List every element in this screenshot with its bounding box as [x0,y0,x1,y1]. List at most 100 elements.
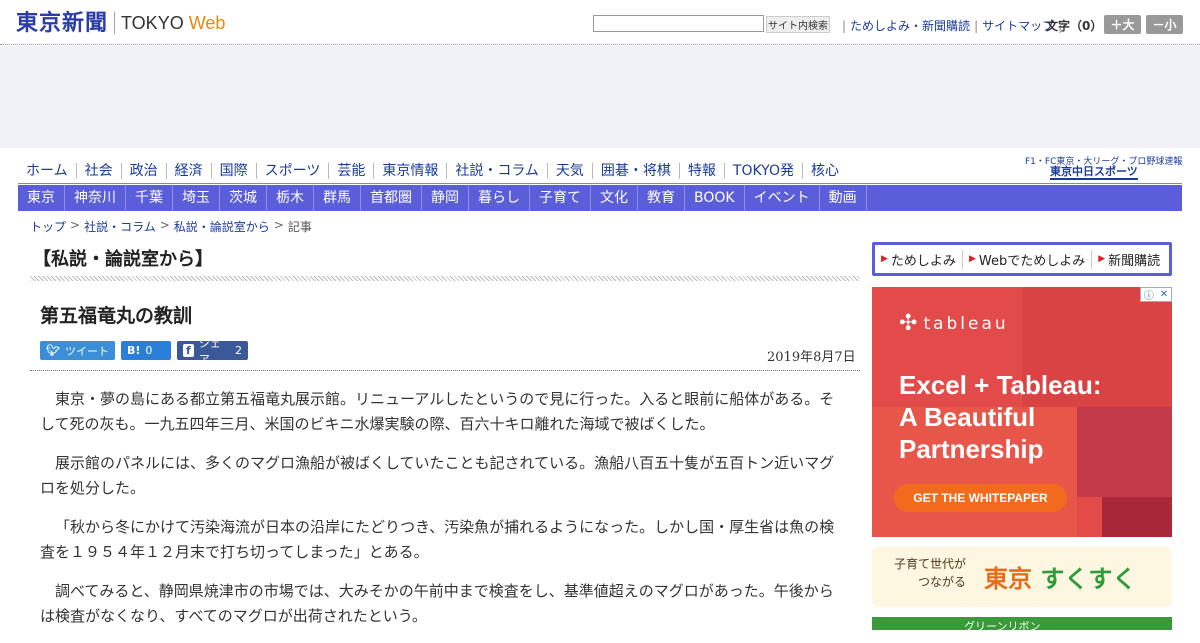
local-nav-item[interactable]: 神奈川 [65,185,126,211]
tableau-wordmark: tableau [923,313,1009,334]
local-nav-item[interactable]: 千葉 [126,185,173,211]
nav-special[interactable]: 特報 [678,163,724,179]
twitter-icon: 🐦︎ [46,344,60,357]
top-ad-area [0,46,1200,148]
facebook-share-label: シェア [198,336,221,366]
tableau-logo: ✣ tableau [899,311,1009,336]
article-body: 東京・夢の島にある都立第五福竜丸展示館。リニューアルしたというので見に行った。入… [40,387,842,643]
font-smaller-button[interactable]: －小 [1146,15,1183,34]
local-nav-item[interactable]: 栃木 [267,185,314,211]
nav-tokyo-info[interactable]: 東京情報 [373,163,446,179]
breadcrumb-top[interactable]: トップ [30,218,66,235]
ad-headline-line: A Beautiful [899,402,1036,432]
sitemap-link[interactable]: サイトマップ [982,17,1054,34]
subscribe-link[interactable]: ためしよみ・新聞購読 [850,17,970,34]
local-nav: 東京 神奈川 千葉 埼玉 茨城 栃木 群馬 首都圏 静岡 暮らし 子育て 文化 … [18,185,1182,211]
nav-home[interactable]: ホーム [18,163,76,179]
trial-reading-link[interactable]: ▶ ためしよみ [881,250,962,269]
util-separator: | [974,18,979,33]
logo-web: Web [188,12,226,33]
article-paragraph: 「秋から冬にかけて汚染海流が日本の沿岸にたどりつき、汚染魚が捕れるようになった。… [40,518,835,561]
article-paragraph: 展示館のパネルには、多くのマグロ漁船が被ばくしていたことも記されている。漁船八百… [40,454,835,497]
nav-divider [18,183,1182,184]
breadcrumb-separator: > [273,218,284,232]
site-header: 東京新聞 TOKYO Web サイト内検索 | ためしよみ・新聞購読 | サイト… [0,0,1200,45]
breadcrumb: トップ > 社説・コラム > 私説・論説室から > 記事 [30,218,312,235]
nav-sports[interactable]: スポーツ [255,163,329,179]
sukusuku-tagline-line: つながる [918,575,967,589]
local-nav-item[interactable]: BOOK [685,185,745,211]
subscription-links-box: ▶ ためしよみ ▶ Webでためしよみ ▶ 新聞購読 [872,242,1172,276]
utility-links: | ためしよみ・新聞購読 | サイトマップ | [838,17,1066,34]
green-ribbon-label: グリーンリボン [964,620,1041,630]
close-icon: ✕ [1159,289,1169,300]
hatena-count: 0 [145,344,153,357]
tweet-label: ツイート [64,344,109,358]
nav-society[interactable]: 社会 [75,163,121,179]
tableau-plus-icon: ✣ [899,311,918,336]
breadcrumb-column[interactable]: 私説・論説室から [174,218,270,235]
facebook-share-button[interactable]: f シェア 2 [177,337,248,366]
nav-economy[interactable]: 経済 [165,163,211,179]
nav-politics[interactable]: 政治 [120,163,166,179]
green-ribbon-ad[interactable]: グリーンリボン [872,617,1172,630]
web-trial-link[interactable]: ▶ Webでためしよみ [961,249,1091,269]
arrow-right-icon: ▶ [881,254,888,264]
local-nav-item[interactable]: 群馬 [314,185,361,211]
section-title: 【私説・論説室から】 [33,249,213,270]
sukusuku-tagline: 子育て世代が つながる [894,555,966,591]
local-nav-item[interactable]: 教育 [638,185,685,211]
ad-headline: Excel + Tableau: A Beautiful Partnership [899,369,1102,465]
nav-editorial[interactable]: 社説・コラム [446,163,547,179]
facebook-icon: f [183,344,194,357]
tableau-ad[interactable]: ✣ tableau Excel + Tableau: A Beautiful P… [872,287,1172,537]
sukusuku-logo-sukusuku: すくすく [1040,565,1137,593]
local-nav-item[interactable]: イベント [745,185,820,211]
site-search-button[interactable]: サイト内検索 [766,16,830,33]
local-nav-item[interactable]: 動画 [820,185,867,211]
nav-go-shogi[interactable]: 囲碁・将棋 [591,163,679,179]
nav-entertainment[interactable]: 芸能 [328,163,373,179]
local-nav-item[interactable]: 首都圏 [361,185,422,211]
local-nav-item[interactable]: 茨城 [220,185,267,211]
local-nav-item[interactable]: 文化 [591,185,638,211]
section-divider [30,276,860,281]
local-nav-item[interactable]: 暮らし [469,185,530,211]
site-logo[interactable]: 東京新聞 TOKYO Web [16,10,225,36]
font-bigger-button[interactable]: ＋大 [1104,15,1141,34]
logo-jp: 東京新聞 [16,10,109,36]
util-separator: | [842,18,847,33]
info-icon: ⓘ [1143,291,1154,302]
logo-divider [114,12,116,34]
nav-tokyo-hatsu[interactable]: TOKYO発 [723,163,802,179]
local-nav-item[interactable]: 子育て [530,185,591,211]
chunichi-sports-logo[interactable]: 東京中日スポーツ [1050,166,1138,180]
nav-international[interactable]: 国際 [210,163,256,179]
local-nav-item[interactable]: 埼玉 [173,185,220,211]
local-nav-item[interactable]: 東京 [18,185,65,211]
font-size-label: 文字（0） [1046,19,1103,33]
breadcrumb-separator: > [159,218,170,232]
local-nav-item[interactable]: 静岡 [422,185,469,211]
arrow-right-icon: ▶ [968,254,976,264]
sukusuku-logo: 東京 すくすく [984,559,1136,594]
subscribe-sidebar-link[interactable]: ▶ 新聞購読 [1091,249,1166,269]
ad-cta-button[interactable]: GET THE WHITEPAPER [894,484,1067,512]
nav-core[interactable]: 核心 [801,163,847,179]
search-input[interactable] [593,15,764,32]
ad-headline-line: Excel + Tableau: [899,370,1102,400]
tweet-button[interactable]: 🐦︎ ツイート [40,341,115,360]
adchoices-icon[interactable]: ⓘ ✕ [1140,287,1172,302]
sukusuku-ad[interactable]: 子育て世代が つながる 東京 すくすく [872,547,1172,607]
ad-bg-block [1102,497,1172,537]
article-date: 2019年8月7日 [767,350,856,365]
ad-headline-line: Partnership [899,434,1044,464]
breadcrumb-editorial[interactable]: 社説・コラム [84,218,156,235]
article-paragraph: 調べてみると、静岡県焼津市の市場では、大みそかの午前中まで検査をし、基準値超えの… [40,582,834,625]
nav-weather[interactable]: 天気 [546,163,592,179]
sukusuku-logo-tokyo: 東京 [984,565,1032,593]
sukusuku-tagline-line: 子育て世代が [894,557,967,571]
date-divider [30,370,860,371]
web-trial-label: Webでためしよみ [978,253,1086,269]
hatena-bookmark-button[interactable]: B! 0 [121,341,171,360]
